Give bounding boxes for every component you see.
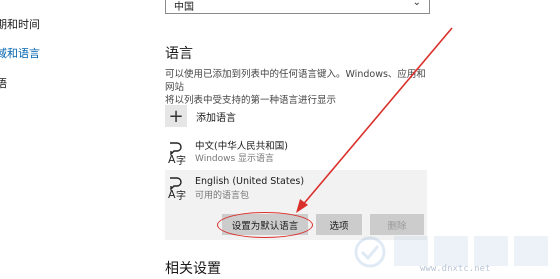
watermark-text: www.dnxtc.net — [420, 264, 491, 274]
related-settings-heading: 相关设置 — [165, 261, 221, 277]
